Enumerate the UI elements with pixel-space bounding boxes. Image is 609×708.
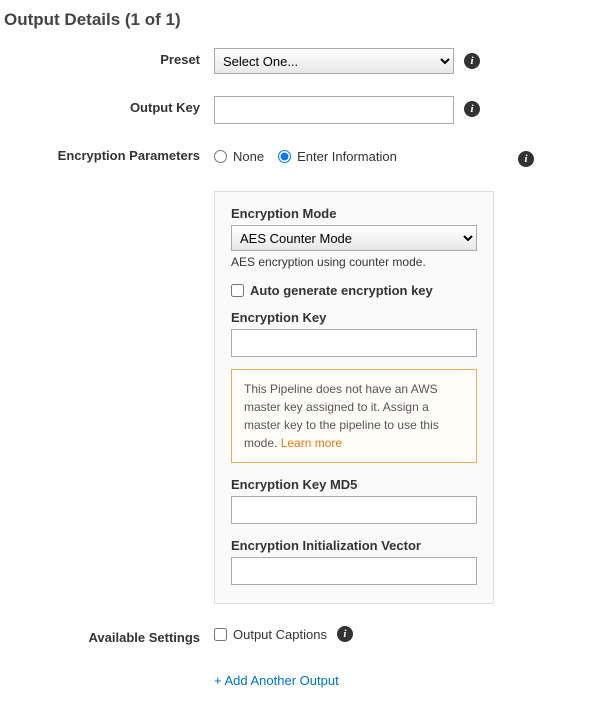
available-settings-row: Available Settings Output Captions i: [4, 626, 591, 645]
info-icon[interactable]: i: [518, 151, 534, 167]
available-settings-label: Available Settings: [4, 626, 214, 645]
output-key-row: Output Key i: [4, 96, 591, 124]
encryption-md5-input[interactable]: [231, 496, 477, 524]
encryption-md5-label: Encryption Key MD5: [231, 477, 477, 492]
output-captions-checkbox[interactable]: [214, 628, 227, 641]
encryption-mode-select[interactable]: AES Counter Mode: [231, 225, 477, 251]
preset-label: Preset: [4, 48, 214, 67]
encryption-parameters-row: Encryption Parameters None Enter Informa…: [4, 146, 591, 604]
encryption-mode-hint: AES encryption using counter mode.: [231, 255, 477, 269]
encryption-enter-label: Enter Information: [297, 149, 397, 164]
encryption-iv-label: Encryption Initialization Vector: [231, 538, 477, 553]
pipeline-warning: This Pipeline does not have an AWS maste…: [231, 369, 477, 463]
preset-row: Preset Select One... i: [4, 48, 591, 74]
info-icon[interactable]: i: [464, 53, 480, 69]
encryption-none-radio[interactable]: [214, 150, 227, 163]
add-another-output-link[interactable]: + Add Another Output: [214, 673, 339, 688]
encryption-key-label: Encryption Key: [231, 310, 477, 325]
encryption-none-label: None: [233, 149, 264, 164]
info-icon[interactable]: i: [464, 101, 480, 117]
info-icon[interactable]: i: [337, 626, 353, 642]
auto-generate-key-label: Auto generate encryption key: [250, 283, 433, 298]
learn-more-link[interactable]: Learn more: [281, 436, 342, 450]
encryption-panel: Encryption Mode AES Counter Mode AES enc…: [214, 191, 494, 604]
preset-select[interactable]: Select One...: [214, 48, 454, 74]
encryption-parameters-label: Encryption Parameters: [4, 146, 214, 163]
encryption-mode-label: Encryption Mode: [231, 206, 477, 221]
encryption-key-input[interactable]: [231, 329, 477, 357]
output-key-label: Output Key: [4, 96, 214, 115]
output-key-input[interactable]: [214, 96, 454, 124]
output-captions-label: Output Captions: [233, 627, 327, 642]
auto-generate-key-checkbox[interactable]: [231, 284, 244, 297]
page-title: Output Details (1 of 1): [4, 10, 591, 30]
encryption-enter-radio[interactable]: [278, 150, 291, 163]
encryption-iv-input[interactable]: [231, 557, 477, 585]
